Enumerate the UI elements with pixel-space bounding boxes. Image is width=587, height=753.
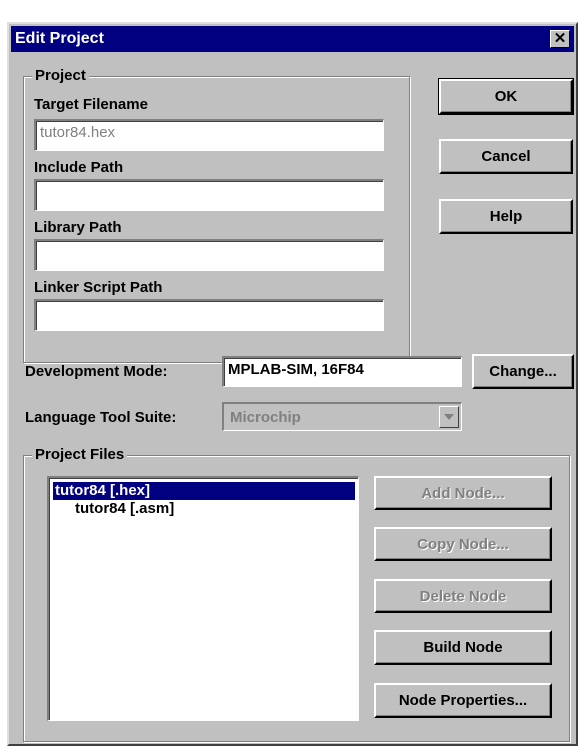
linker-script-path-field[interactable] [34, 299, 384, 331]
window-title: Edit Project [15, 30, 104, 47]
close-button[interactable]: ✕ [550, 30, 570, 48]
build-node-button[interactable]: Build Node [374, 630, 552, 665]
ok-button[interactable]: OK [438, 78, 574, 115]
language-tool-suite-label: Language Tool Suite: [25, 409, 177, 426]
project-files-list[interactable]: tutor84 [.hex] tutor84 [.asm] [47, 476, 359, 721]
development-mode-field[interactable]: MPLAB-SIM, 16F84 [222, 356, 462, 387]
project-group-legend: Project [32, 67, 89, 84]
change-button[interactable]: Change... [472, 354, 574, 389]
add-node-button[interactable]: Add Node... [374, 476, 552, 510]
chevron-down-icon [444, 414, 454, 420]
development-mode-label: Development Mode: [25, 363, 168, 380]
language-tool-suite-dropdown[interactable]: Microchip [222, 402, 462, 431]
target-filename-field[interactable]: tutor84.hex [34, 119, 384, 151]
node-properties-button[interactable]: Node Properties... [374, 683, 552, 718]
language-tool-suite-value: Microchip [230, 409, 301, 426]
title-bar[interactable]: Edit Project ✕ [11, 26, 574, 52]
library-path-label: Library Path [34, 219, 122, 236]
list-item-hex[interactable]: tutor84 [.hex] [53, 482, 355, 500]
include-path-field[interactable] [34, 179, 384, 211]
dropdown-arrow-button[interactable] [439, 406, 459, 428]
list-item-asm[interactable]: tutor84 [.asm] [75, 500, 174, 518]
copy-node-button[interactable]: Copy Node... [374, 527, 552, 561]
target-filename-label: Target Filename [34, 96, 148, 113]
edit-project-dialog: Edit Project ✕ Project Target Filename t… [7, 22, 578, 746]
include-path-label: Include Path [34, 159, 124, 176]
close-icon: ✕ [553, 30, 567, 47]
help-button[interactable]: Help [439, 199, 573, 234]
delete-node-button[interactable]: Delete Node [374, 579, 552, 613]
project-files-group-legend: Project Files [32, 446, 128, 463]
cancel-button[interactable]: Cancel [439, 139, 573, 174]
linker-script-path-label: Linker Script Path [34, 279, 163, 296]
library-path-field[interactable] [34, 239, 384, 271]
